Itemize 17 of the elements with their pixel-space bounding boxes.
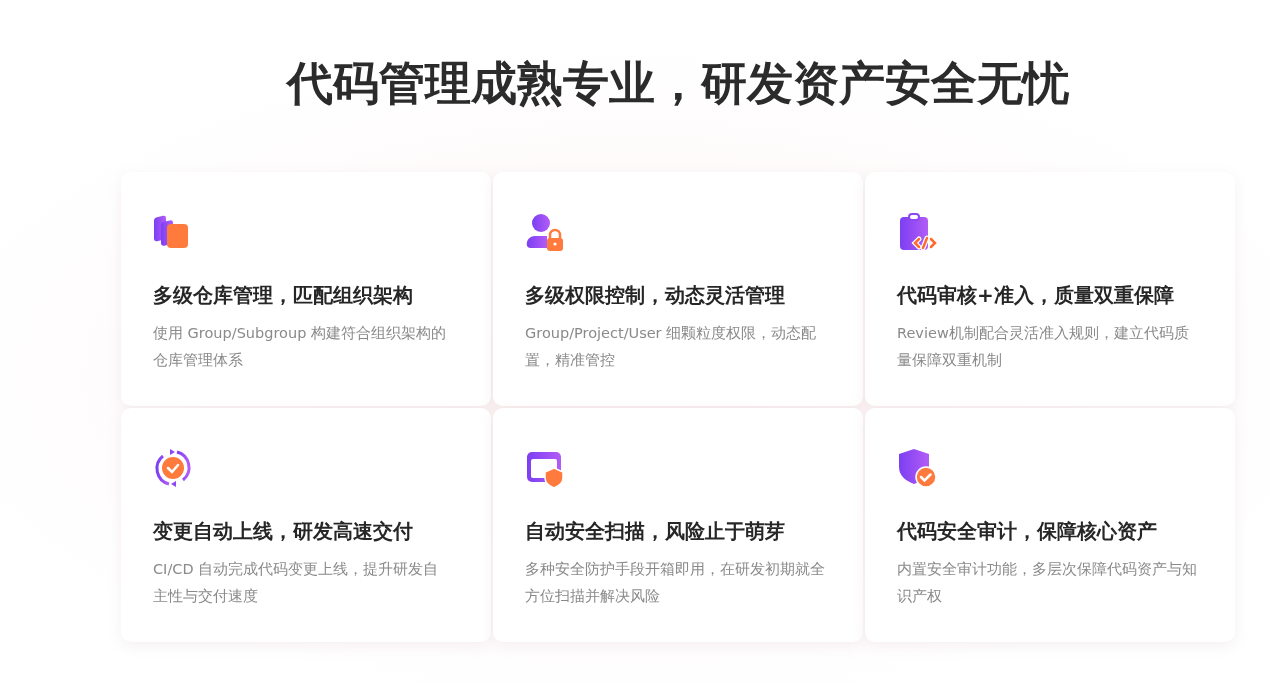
card-heading: 自动安全扫描，风险止于萌芽: [525, 518, 786, 545]
card-description: 多种安全防护手段开箱即用，在研发初期就全方位扫描并解决风险: [525, 560, 825, 606]
shield-check-icon: [897, 448, 937, 488]
card-heading: 代码审核+准入，质量双重保障: [897, 282, 1175, 309]
clipboard-code-icon: [897, 212, 937, 252]
sync-check-icon: [153, 448, 193, 488]
card-description: CI/CD 自动完成代码变更上线，提升研发自主性与交付速度: [153, 560, 440, 606]
card-description: Group/Project/User 细颗粒度权限，动态配置，精准管控: [525, 324, 818, 370]
card-heading: 多级权限控制，动态灵活管理: [525, 282, 786, 309]
card-description: 使用 Group/Subgroup 构建符合组织架构的仓库管理体系: [153, 324, 447, 370]
card-description: Review机制配合灵活准入规则，建立代码质量保障双重机制: [897, 324, 1190, 370]
section-title: 代码管理成熟专业，研发资产安全无忧: [284, 55, 1070, 112]
user-lock-icon: [525, 212, 565, 252]
card-heading: 代码安全审计，保障核心资产: [897, 518, 1158, 545]
card-heading: 多级仓库管理，匹配组织架构: [153, 282, 414, 309]
card-description: 内置安全审计功能，多层次保障代码资产与知识产权: [897, 560, 1197, 606]
card-heading: 变更自动上线，研发高速交付: [153, 518, 414, 545]
